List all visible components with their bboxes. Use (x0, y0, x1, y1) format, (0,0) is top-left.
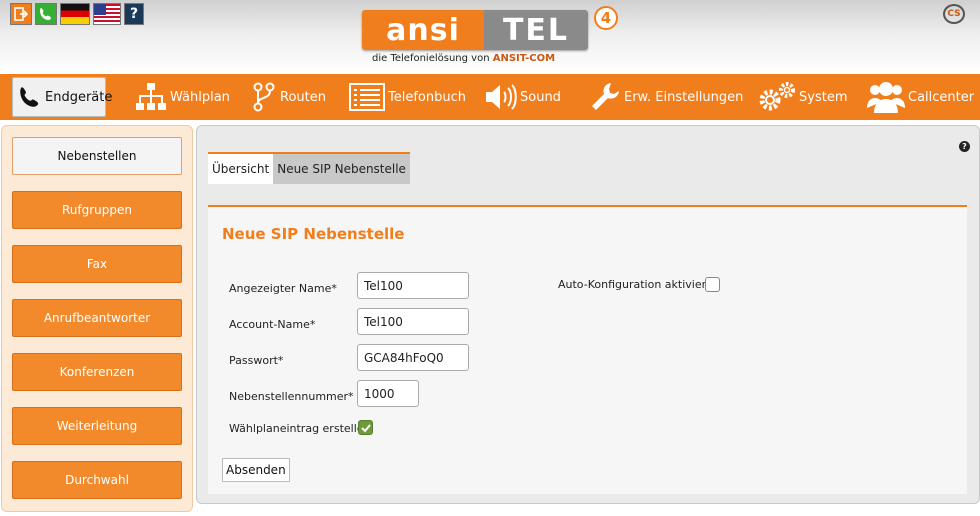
tagline-text: die Telefonielösung von (372, 53, 490, 64)
nav-label: Sound (520, 89, 561, 105)
wrench-icon (588, 80, 622, 114)
tab-uebersicht[interactable]: Übersicht (208, 152, 274, 184)
logo-tagline: die Telefonielösung von ANSIT-COM (372, 53, 555, 64)
nav-label: Callcenter (908, 89, 975, 105)
ansitel-logo: ansi TEL 4 die Telefonielösung von ANSIT… (362, 6, 632, 68)
nav-label: Endgeräte (45, 89, 113, 105)
nav-label: Erw. Einstellungen (624, 89, 744, 105)
logo-version: 4 (594, 6, 618, 30)
sidebar: Nebenstellen Rufgruppen Fax Anrufbeantwo… (1, 125, 193, 512)
tree-icon (134, 80, 168, 114)
phone-icon[interactable] (35, 3, 57, 25)
help-icon[interactable]: ? (959, 141, 970, 152)
phone-icon (17, 80, 43, 114)
nav-item-erw-einstellungen[interactable]: Erw. Einstellungen (588, 77, 743, 117)
dialplan-entry-checkbox[interactable] (358, 420, 373, 435)
logout-icon[interactable] (10, 3, 32, 25)
logo-tel: TEL (484, 10, 588, 50)
extension-number-label: Nebenstellennummer* (229, 390, 354, 403)
display-name-input[interactable] (357, 272, 469, 299)
nav-label: Routen (280, 89, 326, 105)
cs-logo: CS (943, 4, 965, 24)
check-icon (360, 423, 371, 432)
header: ? ansi TEL 4 die Telefonielösung von ANS… (0, 0, 980, 74)
extension-number-input[interactable] (357, 380, 419, 407)
nav-item-routen[interactable]: Routen (250, 77, 326, 117)
nav-label: Wählplan (170, 89, 230, 105)
tagline-brand: ANSIT-COM (492, 53, 556, 64)
speaker-icon (484, 80, 518, 114)
main-content: ? Übersicht Neue SIP Nebenstelle Neue SI… (196, 125, 980, 504)
help-icon[interactable]: ? (124, 3, 144, 25)
quick-icons: ? (10, 3, 144, 25)
account-name-input[interactable] (357, 308, 469, 335)
nav-item-system[interactable]: System (757, 77, 847, 117)
sidebar-item-weiterleitung[interactable]: Weiterleitung (12, 407, 182, 445)
sidebar-item-konferenzen[interactable]: Konferenzen (12, 353, 182, 391)
password-label: Passwort* (229, 354, 284, 367)
nav-item-callcenter[interactable]: Callcenter (866, 77, 974, 117)
sip-extension-form: Neue SIP Nebenstelle Angezeigter Name* A… (208, 205, 967, 494)
list-icon (348, 80, 386, 114)
autoconfig-label: Auto-Konfiguration aktivieren (558, 278, 720, 291)
logo-box: ansi TEL (362, 10, 588, 50)
sidebar-item-nebenstellen[interactable]: Nebenstellen (12, 137, 182, 175)
nav-item-endgeraete[interactable]: Endgeräte (12, 77, 112, 117)
nav-item-sound[interactable]: Sound (484, 77, 561, 117)
users-icon (866, 80, 906, 114)
main-nav: Endgeräte Wählplan Routen Telefonbuch So… (0, 74, 980, 120)
sidebar-item-anrufbeantworter[interactable]: Anrufbeantworter (12, 299, 182, 337)
tab-neue-sip-nebenstelle[interactable]: Neue SIP Nebenstelle (273, 152, 410, 184)
sidebar-item-fax[interactable]: Fax (12, 245, 182, 283)
sidebar-item-durchwahl[interactable]: Durchwahl (12, 461, 182, 499)
form-title: Neue SIP Nebenstelle (222, 225, 405, 243)
account-name-label: Account-Name* (229, 318, 316, 331)
dialplan-entry-label: Wählplaneintrag erstellen (229, 422, 371, 435)
sidebar-item-rufgruppen[interactable]: Rufgruppen (12, 191, 182, 229)
flag-de-icon[interactable] (60, 3, 90, 25)
nav-item-waehlplan[interactable]: Wählplan (134, 77, 230, 117)
password-input[interactable] (357, 344, 469, 371)
nav-label: System (799, 89, 848, 105)
submit-button[interactable]: Absenden (222, 458, 290, 482)
flag-us-icon[interactable] (93, 3, 121, 25)
display-name-label: Angezeigter Name* (229, 282, 337, 295)
nav-item-telefonbuch[interactable]: Telefonbuch (348, 77, 466, 117)
tab-bar: Übersicht Neue SIP Nebenstelle (208, 152, 410, 184)
logo-ansi: ansi (362, 10, 484, 50)
gears-icon (757, 80, 797, 114)
route-icon (250, 80, 278, 114)
autoconfig-checkbox[interactable] (705, 277, 720, 292)
nav-label: Telefonbuch (388, 89, 466, 105)
